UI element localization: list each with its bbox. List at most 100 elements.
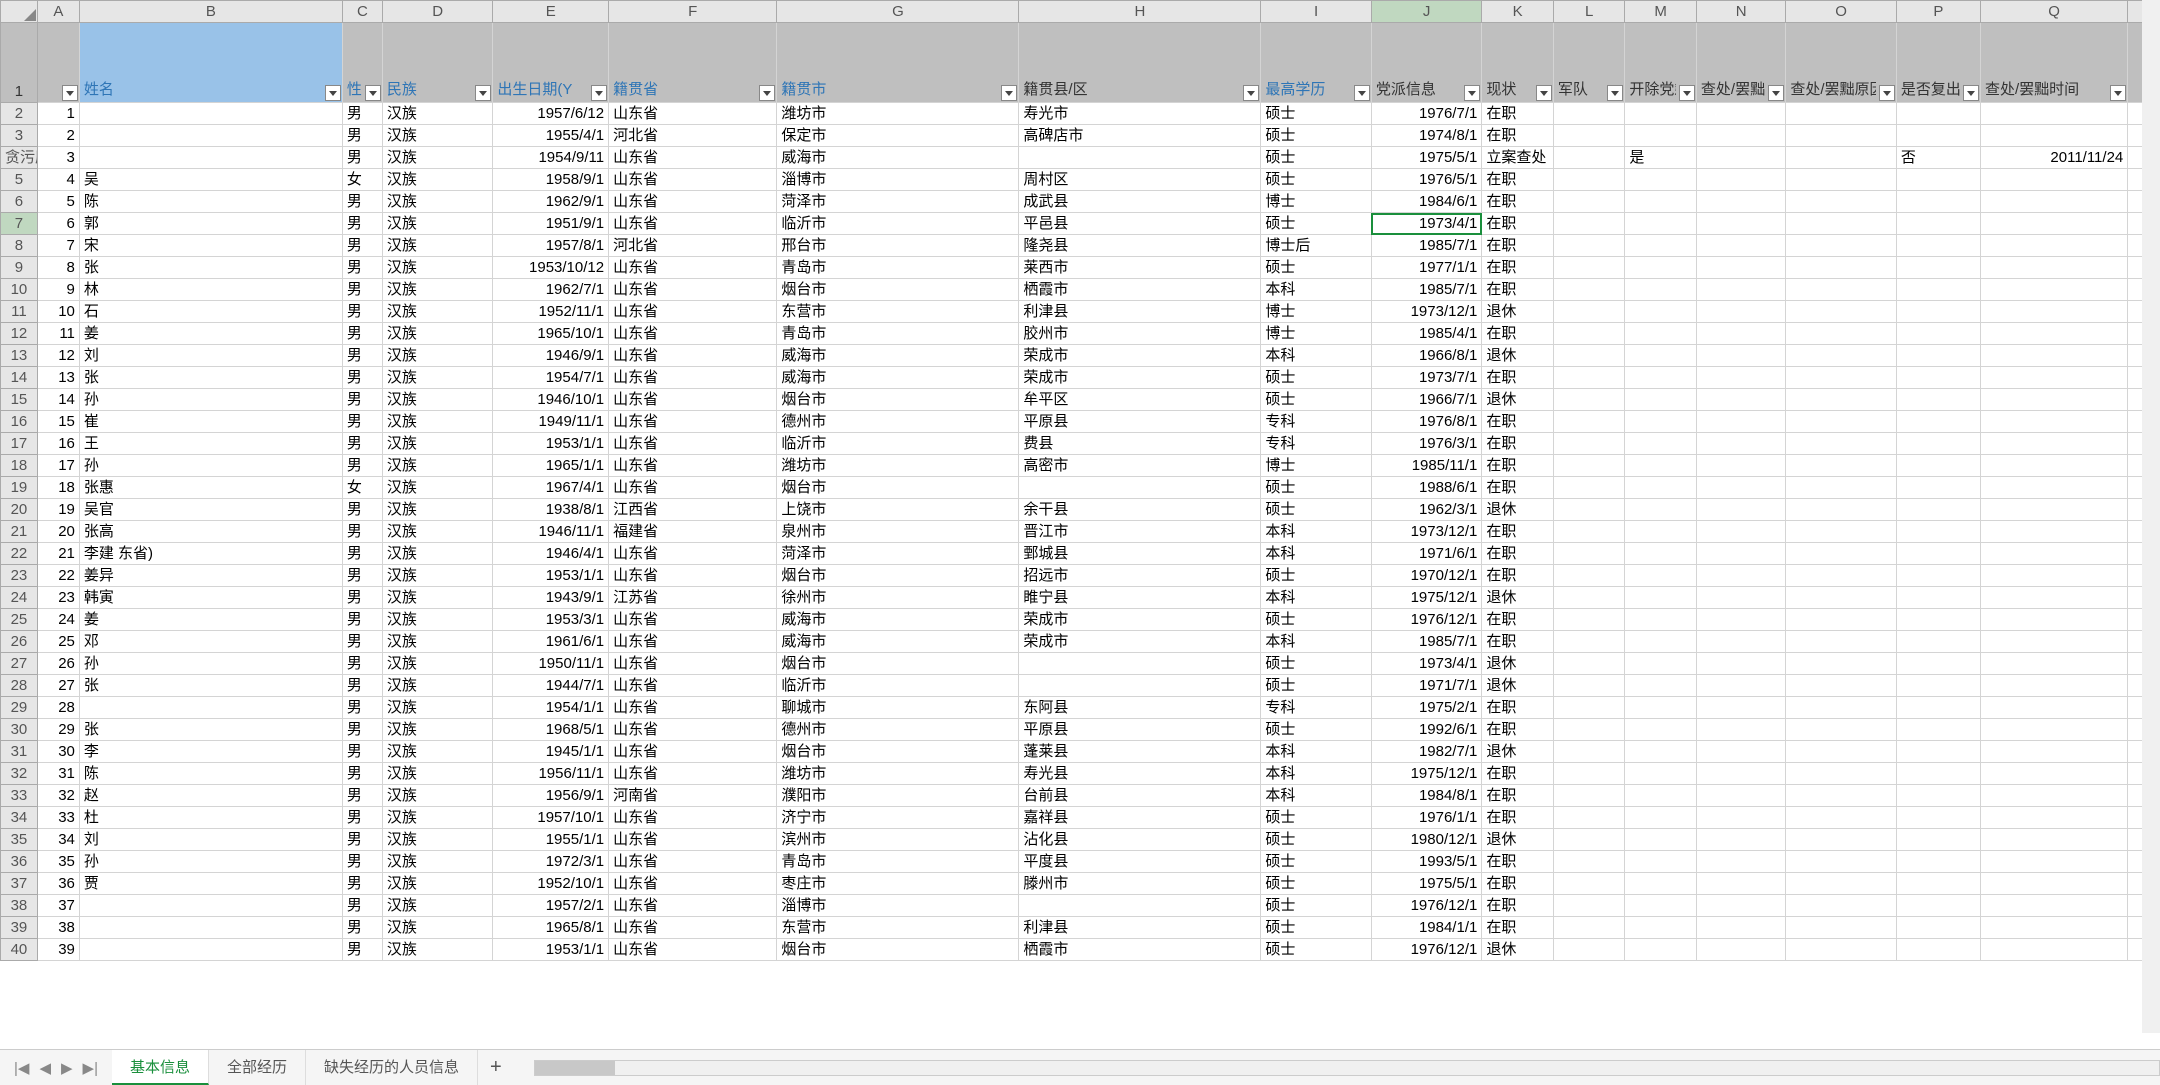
cell-K14[interactable]: 在职 bbox=[1482, 367, 1554, 389]
cell-C16[interactable]: 男 bbox=[342, 411, 382, 433]
cell-F34[interactable]: 山东省 bbox=[609, 807, 777, 829]
cell-K40[interactable]: 退休 bbox=[1482, 939, 1554, 961]
cell-A30[interactable]: 29 bbox=[37, 719, 79, 741]
cell-N30[interactable] bbox=[1696, 719, 1785, 741]
cell-G贪污腐败1[interactable]: 威海市 bbox=[777, 147, 1019, 169]
cell-K16[interactable]: 在职 bbox=[1482, 411, 1554, 433]
col-header-C[interactable]: C bbox=[342, 1, 382, 23]
cell-D贪污腐败1[interactable]: 汉族 bbox=[382, 147, 492, 169]
cell-M40[interactable] bbox=[1625, 939, 1697, 961]
cell-J18[interactable]: 1985/11/1 bbox=[1371, 455, 1481, 477]
cell-K36[interactable]: 在职 bbox=[1482, 851, 1554, 873]
row-header-15[interactable]: 15 bbox=[1, 389, 38, 411]
cell-N20[interactable] bbox=[1696, 499, 1785, 521]
cell-P3[interactable] bbox=[1896, 125, 1980, 147]
cell-O24[interactable] bbox=[1786, 587, 1896, 609]
cell-A8[interactable]: 7 bbox=[37, 235, 79, 257]
cell-G8[interactable]: 邢台市 bbox=[777, 235, 1019, 257]
cell-N33[interactable] bbox=[1696, 785, 1785, 807]
cell-L37[interactable] bbox=[1553, 873, 1625, 895]
cell-C13[interactable]: 男 bbox=[342, 345, 382, 367]
cell-L7[interactable] bbox=[1553, 213, 1625, 235]
cell-N10[interactable] bbox=[1696, 279, 1785, 301]
cell-D33[interactable]: 汉族 bbox=[382, 785, 492, 807]
cell-C8[interactable]: 男 bbox=[342, 235, 382, 257]
cell-Q9[interactable] bbox=[1980, 257, 2127, 279]
cell-K贪污腐败1[interactable]: 立案查处 bbox=[1482, 147, 1554, 169]
col-header-I[interactable]: I bbox=[1261, 1, 1371, 23]
header-cell-12[interactable]: 开除党籍 bbox=[1625, 23, 1697, 103]
cell-P39[interactable] bbox=[1896, 917, 1980, 939]
cell-G31[interactable]: 烟台市 bbox=[777, 741, 1019, 763]
cell-D29[interactable]: 汉族 bbox=[382, 697, 492, 719]
header-cell-2[interactable]: 性别 bbox=[342, 23, 382, 103]
cell-I16[interactable]: 专科 bbox=[1261, 411, 1371, 433]
cell-I3[interactable]: 硕士 bbox=[1261, 125, 1371, 147]
cell-J9[interactable]: 1977/1/1 bbox=[1371, 257, 1481, 279]
cell-J5[interactable]: 1976/5/1 bbox=[1371, 169, 1481, 191]
cell-E33[interactable]: 1956/9/1 bbox=[493, 785, 609, 807]
cell-Q35[interactable] bbox=[1980, 829, 2127, 851]
cell-K19[interactable]: 在职 bbox=[1482, 477, 1554, 499]
cell-D6[interactable]: 汉族 bbox=[382, 191, 492, 213]
cell-Q30[interactable] bbox=[1980, 719, 2127, 741]
cell-E23[interactable]: 1953/1/1 bbox=[493, 565, 609, 587]
cell-O12[interactable] bbox=[1786, 323, 1896, 345]
cell-K33[interactable]: 在职 bbox=[1482, 785, 1554, 807]
cell-K39[interactable]: 在职 bbox=[1482, 917, 1554, 939]
cell-L17[interactable] bbox=[1553, 433, 1625, 455]
cell-A13[interactable]: 12 bbox=[37, 345, 79, 367]
cell-M34[interactable] bbox=[1625, 807, 1697, 829]
cell-B36[interactable]: 孙 bbox=[79, 851, 342, 873]
cell-C25[interactable]: 男 bbox=[342, 609, 382, 631]
cell-I23[interactable]: 硕士 bbox=[1261, 565, 1371, 587]
row-header-40[interactable]: 40 bbox=[1, 939, 38, 961]
cell-C10[interactable]: 男 bbox=[342, 279, 382, 301]
cell-N23[interactable] bbox=[1696, 565, 1785, 587]
cell-H贪污腐败1[interactable] bbox=[1019, 147, 1261, 169]
cell-D40[interactable]: 汉族 bbox=[382, 939, 492, 961]
cell-H15[interactable]: 牟平区 bbox=[1019, 389, 1261, 411]
cell-F35[interactable]: 山东省 bbox=[609, 829, 777, 851]
cell-K29[interactable]: 在职 bbox=[1482, 697, 1554, 719]
cell-H5[interactable]: 周村区 bbox=[1019, 169, 1261, 191]
cell-G17[interactable]: 临沂市 bbox=[777, 433, 1019, 455]
cell-M24[interactable] bbox=[1625, 587, 1697, 609]
cell-D26[interactable]: 汉族 bbox=[382, 631, 492, 653]
cell-B贪污腐败1[interactable] bbox=[79, 147, 342, 169]
cell-C24[interactable]: 男 bbox=[342, 587, 382, 609]
cell-Q14[interactable] bbox=[1980, 367, 2127, 389]
cell-H7[interactable]: 平邑县 bbox=[1019, 213, 1261, 235]
cell-O20[interactable] bbox=[1786, 499, 1896, 521]
cell-C34[interactable]: 男 bbox=[342, 807, 382, 829]
cell-M6[interactable] bbox=[1625, 191, 1697, 213]
cell-B39[interactable] bbox=[79, 917, 342, 939]
cell-K10[interactable]: 在职 bbox=[1482, 279, 1554, 301]
cell-P19[interactable] bbox=[1896, 477, 1980, 499]
cell-K31[interactable]: 退休 bbox=[1482, 741, 1554, 763]
cell-G28[interactable]: 临沂市 bbox=[777, 675, 1019, 697]
cell-E贪污腐败1[interactable]: 1954/9/11 bbox=[493, 147, 609, 169]
cell-H23[interactable]: 招远市 bbox=[1019, 565, 1261, 587]
cell-K24[interactable]: 退休 bbox=[1482, 587, 1554, 609]
row-header-32[interactable]: 32 bbox=[1, 763, 38, 785]
cell-I37[interactable]: 硕士 bbox=[1261, 873, 1371, 895]
cell-A28[interactable]: 27 bbox=[37, 675, 79, 697]
cell-J34[interactable]: 1976/1/1 bbox=[1371, 807, 1481, 829]
cell-N5[interactable] bbox=[1696, 169, 1785, 191]
cell-A31[interactable]: 30 bbox=[37, 741, 79, 763]
cell-I14[interactable]: 硕士 bbox=[1261, 367, 1371, 389]
cell-J22[interactable]: 1971/6/1 bbox=[1371, 543, 1481, 565]
cell-H14[interactable]: 荣成市 bbox=[1019, 367, 1261, 389]
cell-G30[interactable]: 德州市 bbox=[777, 719, 1019, 741]
cell-B23[interactable]: 姜异 bbox=[79, 565, 342, 587]
cell-F26[interactable]: 山东省 bbox=[609, 631, 777, 653]
cell-K21[interactable]: 在职 bbox=[1482, 521, 1554, 543]
cell-D20[interactable]: 汉族 bbox=[382, 499, 492, 521]
cell-N21[interactable] bbox=[1696, 521, 1785, 543]
cell-L3[interactable] bbox=[1553, 125, 1625, 147]
cell-A18[interactable]: 17 bbox=[37, 455, 79, 477]
cell-F14[interactable]: 山东省 bbox=[609, 367, 777, 389]
cell-O36[interactable] bbox=[1786, 851, 1896, 873]
cell-F2[interactable]: 山东省 bbox=[609, 103, 777, 125]
